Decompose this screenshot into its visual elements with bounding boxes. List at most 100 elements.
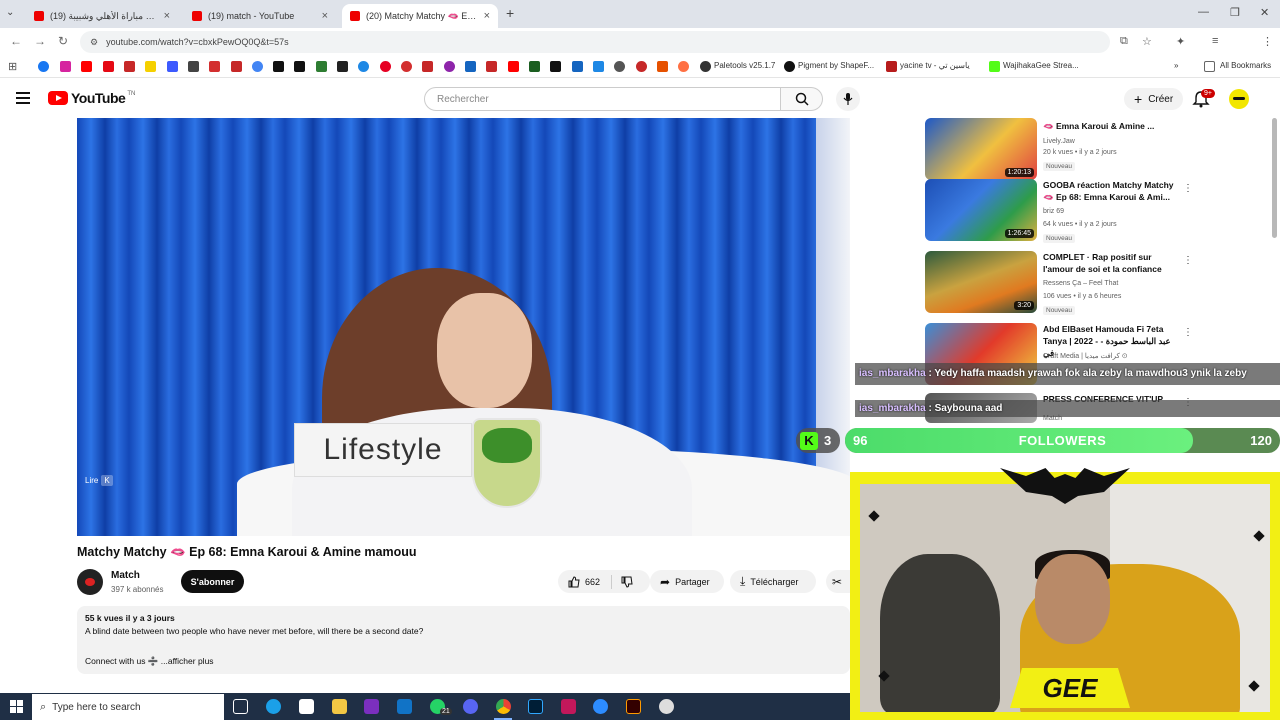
more-options-icon[interactable]: ⋮ (1183, 327, 1193, 338)
close-tab-icon[interactable]: × (484, 10, 490, 22)
subscribe-button[interactable]: S'abonner (181, 570, 244, 593)
recommendation-item[interactable]: 3:20 COMPLET · Rap positif sur l'amour d… (925, 251, 1270, 315)
windows-start-icon[interactable] (10, 700, 23, 713)
bookmark-icon[interactable] (529, 61, 540, 72)
obs-icon[interactable] (659, 699, 674, 714)
search-button[interactable] (781, 87, 823, 111)
bookmark-star-icon[interactable]: ☆ (1142, 35, 1152, 48)
bookmark-icon[interactable] (422, 61, 433, 72)
tab-3-active[interactable]: (20) Matchy Matchy 🫦 Ep 68 × (342, 4, 498, 28)
download-button[interactable]: ⤓ Télécharger (730, 570, 816, 593)
more-options-icon[interactable]: ⋮ (1183, 183, 1193, 194)
like-button[interactable]: 662 (568, 575, 600, 588)
bookmark-icon[interactable] (209, 61, 220, 72)
close-tab-icon[interactable]: × (164, 10, 170, 22)
search-input[interactable]: Rechercher (424, 87, 781, 111)
chrome-icon[interactable] (496, 699, 511, 714)
url-field[interactable]: ⚙ youtube.com/watch?v=cbxkPewOQ0Q&t=57s (80, 31, 1110, 53)
file-explorer-icon[interactable] (332, 699, 347, 714)
recommendation-channel[interactable]: Ressens Ça – Feel That (1043, 280, 1118, 287)
recommendation-item[interactable]: 1:26:45 GOOBA réaction Matchy Matchy 🫦 E… (925, 179, 1270, 243)
task-view-icon[interactable] (233, 699, 248, 714)
store-icon[interactable] (299, 699, 314, 714)
video-thumbnail[interactable]: 1:26:45 (925, 179, 1037, 241)
channel-avatar[interactable] (77, 569, 103, 595)
youtube-bookmark-icon[interactable] (508, 61, 519, 72)
tab-search-icon[interactable]: ⌄ (6, 7, 14, 18)
taskbar-search-input[interactable]: ⌕ Type here to search (32, 694, 224, 720)
recommendation-item[interactable]: 1:20:13 🫦 Emna Karoui & Amine ... Lively… (925, 118, 1270, 182)
bookmark-pigment[interactable]: Pigment by ShapeF... (798, 61, 874, 70)
instagram-bookmark-icon[interactable] (60, 61, 71, 72)
bookmark-icon[interactable] (636, 61, 647, 72)
bookmark-icon[interactable] (678, 61, 689, 72)
bookmark-icon[interactable] (486, 61, 497, 72)
reload-icon[interactable]: ↻ (58, 34, 68, 48)
bookmark-icon[interactable] (145, 61, 156, 72)
bookmark-icon[interactable] (465, 61, 476, 72)
site-info-icon[interactable]: ⚙ (90, 37, 98, 48)
channel-name[interactable]: Match (111, 570, 140, 581)
bookmark-icon[interactable] (294, 61, 305, 72)
pinterest-bookmark-icon[interactable] (380, 61, 391, 72)
edge-icon[interactable] (266, 699, 281, 714)
maximize-icon[interactable]: ❐ (1230, 6, 1240, 19)
zoom-icon[interactable] (593, 699, 608, 714)
share-button[interactable]: ➦ Partager (650, 570, 724, 593)
bookmark-icon[interactable] (316, 61, 327, 72)
show-more-link[interactable]: Connect with us ➗ ...afficher plus (85, 656, 842, 667)
extensions-icon[interactable]: ✦ (1176, 35, 1185, 48)
bookmark-icon[interactable] (188, 61, 199, 72)
bookmark-icon[interactable] (593, 61, 604, 72)
illustrator-icon[interactable] (626, 699, 641, 714)
tiktok-bookmark-icon[interactable] (273, 61, 284, 72)
discord-icon[interactable] (463, 699, 478, 714)
tab-2[interactable]: (19) match - YouTube × (184, 4, 336, 28)
youtube-logo[interactable]: YouTube TN (48, 90, 135, 106)
bookmark-wajihakagee[interactable]: WajihakaGee Strea... (1003, 61, 1079, 70)
menu-icon[interactable] (16, 92, 30, 104)
recommendation-channel[interactable]: Lively.Jaw (1043, 138, 1075, 145)
onenote-icon[interactable] (364, 699, 379, 714)
bookmark-icon[interactable] (572, 61, 583, 72)
thumbs-down-icon[interactable] (621, 576, 633, 588)
recommendation-channel[interactable]: briz 69 (1043, 208, 1064, 215)
bookmark-icon[interactable] (337, 61, 348, 72)
recommendation-channel[interactable]: Craft Media | كرافت ميديا ⊙ (1043, 352, 1128, 360)
recommendation-title[interactable]: GOOBA réaction Matchy Matchy 🫦 Ep 68: Em… (1043, 179, 1183, 203)
video-thumbnail[interactable]: 3:20 (925, 251, 1037, 313)
recommendation-title[interactable]: 🫦 Emna Karoui & Amine ... (1043, 120, 1183, 132)
new-tab-button[interactable]: + (506, 5, 514, 21)
bookmark-icon[interactable] (167, 61, 178, 72)
more-bookmarks-icon[interactable]: » (1174, 61, 1178, 70)
create-button[interactable]: + Créer (1124, 88, 1184, 110)
bookmark-icon[interactable] (358, 61, 369, 72)
tab-1[interactable]: ملخص مباراة الأهلي وشبيبة (19) × (26, 4, 178, 28)
vegas-icon[interactable] (561, 699, 576, 714)
page-scrollbar[interactable] (1272, 118, 1277, 238)
back-icon[interactable]: ← (10, 34, 22, 48)
forward-icon[interactable]: → (34, 34, 46, 48)
bookmark-icon[interactable] (550, 61, 561, 72)
account-avatar[interactable] (1229, 89, 1249, 109)
video-player[interactable]: Lifestyle (77, 118, 850, 536)
clip-button[interactable]: ✂ (826, 570, 850, 593)
facebook-bookmark-icon[interactable] (38, 61, 49, 72)
video-thumbnail[interactable]: 1:20:13 (925, 118, 1037, 180)
bookmark-paletools[interactable]: Paletools v25.1.7 (714, 61, 775, 70)
apps-grid-icon[interactable]: ⊞ (8, 60, 17, 73)
all-bookmarks[interactable]: All Bookmarks (1220, 61, 1271, 70)
more-options-icon[interactable]: ⋮ (1183, 255, 1193, 266)
close-tab-icon[interactable]: × (322, 10, 328, 22)
outlook-icon[interactable] (397, 699, 412, 714)
photoshop-icon[interactable] (528, 699, 543, 714)
bookmark-icon[interactable] (657, 61, 668, 72)
bookmark-icon[interactable] (124, 61, 135, 72)
minimize-icon[interactable]: — (1198, 6, 1209, 18)
reading-list-icon[interactable]: ≡ (1212, 35, 1218, 47)
netflix-bookmark-icon[interactable] (103, 61, 114, 72)
google-bookmark-icon[interactable] (252, 61, 263, 72)
bookmark-icon[interactable] (231, 61, 242, 72)
chrome-menu-icon[interactable]: ⋮ (1262, 35, 1273, 48)
bookmark-icon[interactable] (401, 61, 412, 72)
